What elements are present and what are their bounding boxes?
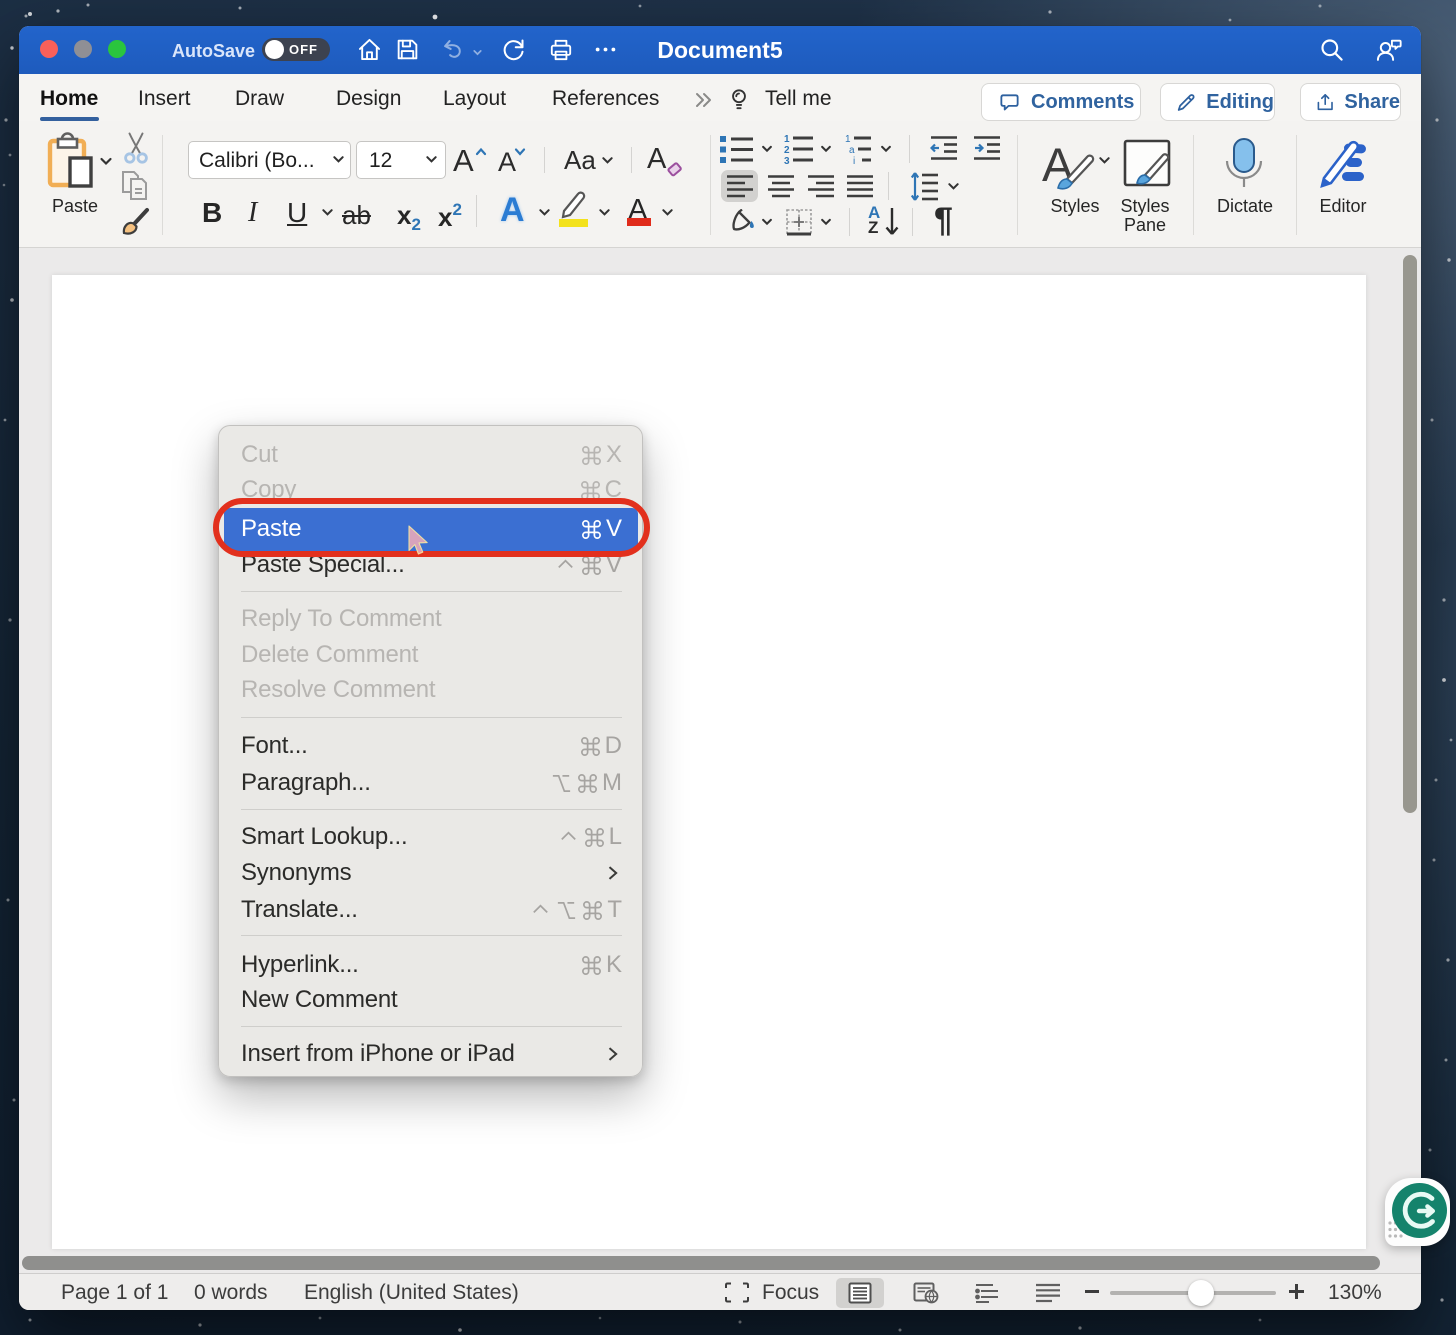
svg-text:i: i [853,156,855,166]
svg-text:a: a [849,145,855,156]
svg-text:1: 1 [845,134,851,145]
svg-text:3: 3 [784,156,790,166]
svg-text:1: 1 [784,134,790,145]
svg-text:2: 2 [784,145,790,156]
